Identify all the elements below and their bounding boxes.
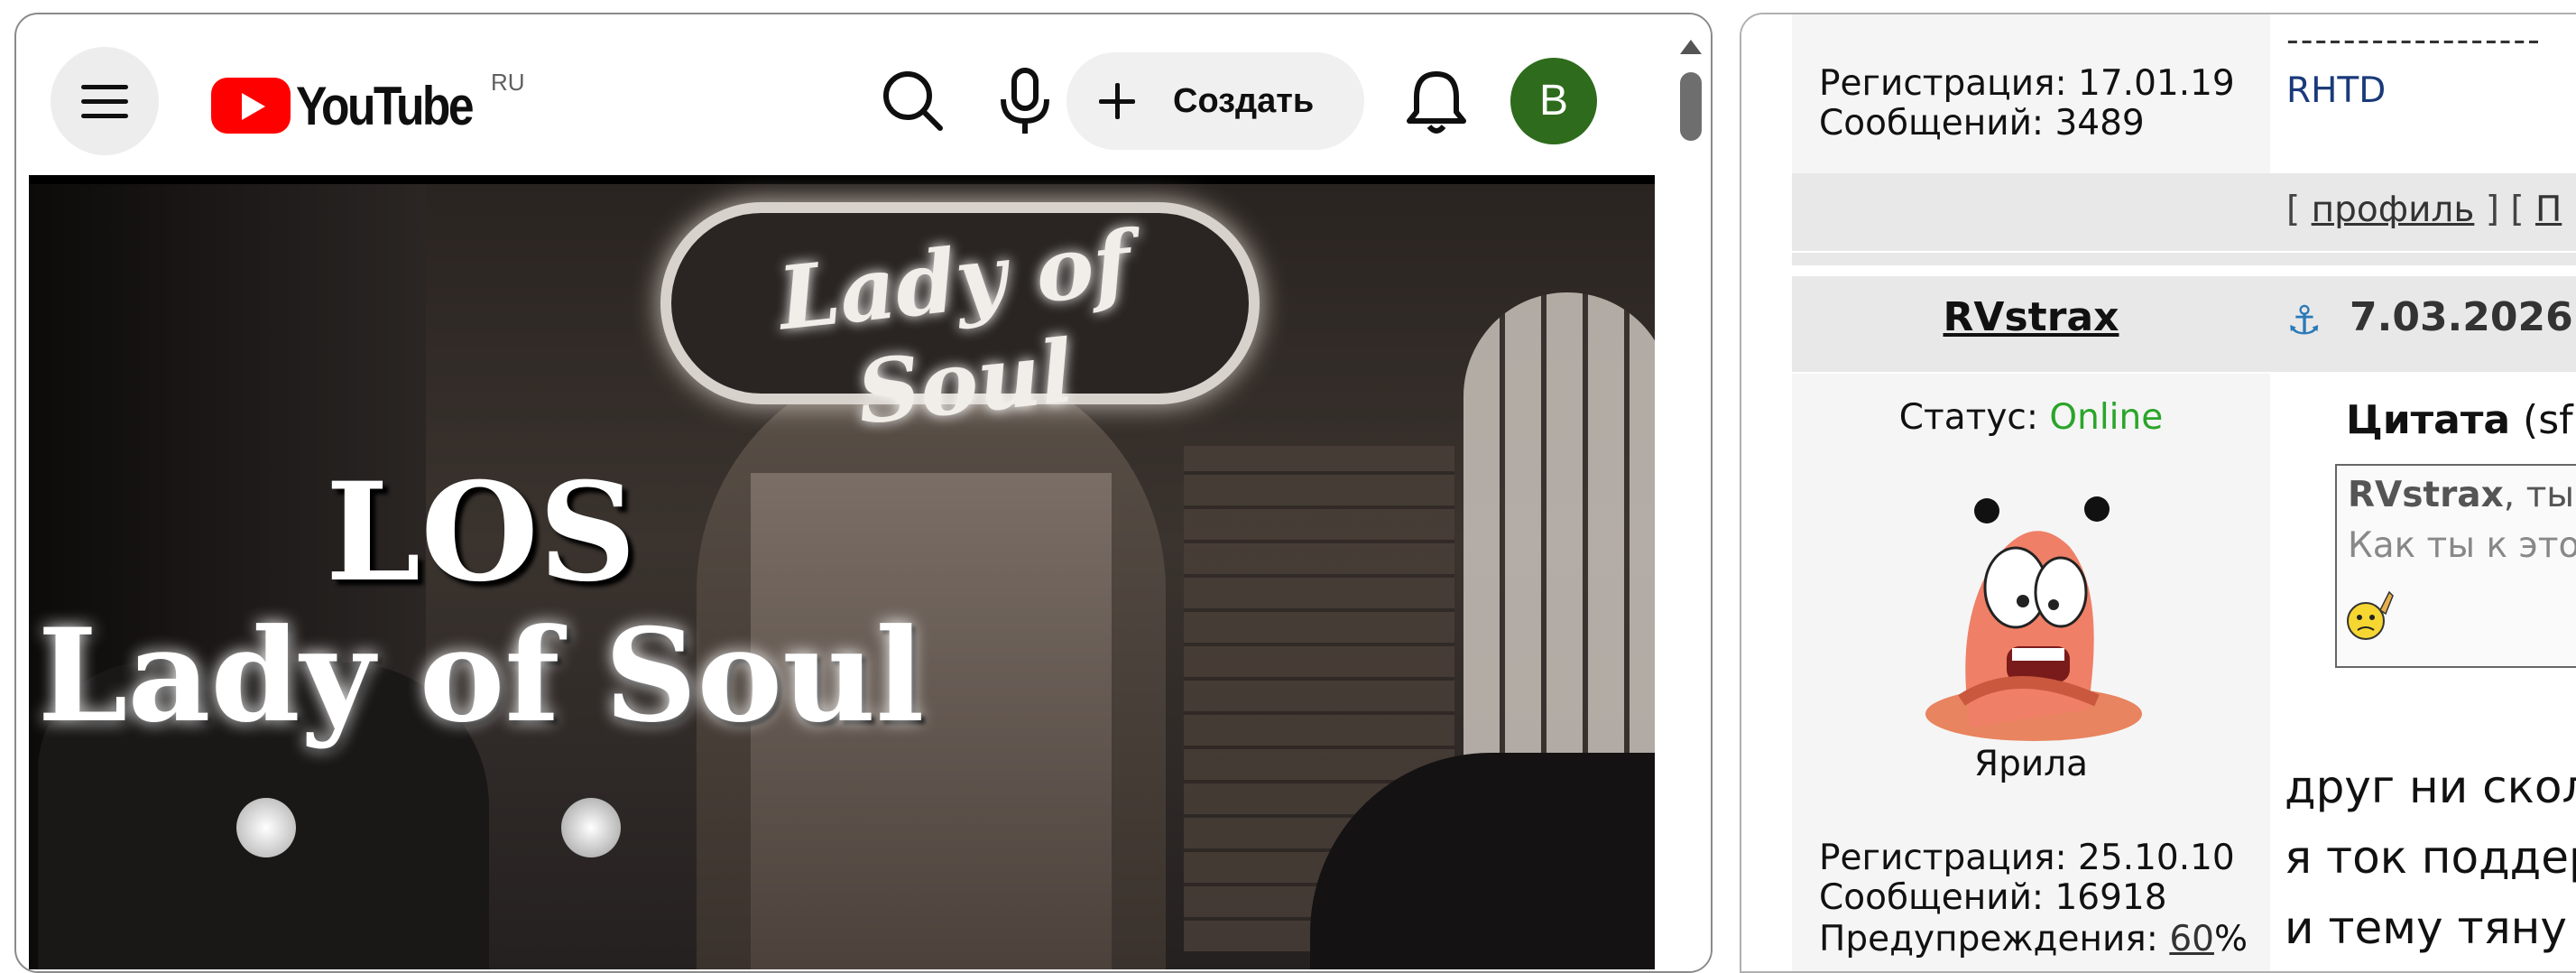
logo-text: YouTube (296, 76, 475, 136)
plus-icon (1099, 83, 1135, 119)
menu-button[interactable] (51, 47, 159, 155)
avatar[interactable]: B (1510, 58, 1597, 144)
youtube-header: YouTube RU Создать B (16, 14, 1667, 175)
post-date: 7.03.2026 (2350, 294, 2573, 340)
status-online: Online (2049, 397, 2164, 438)
bell-icon (1407, 71, 1466, 134)
user-registration: Регистрация: 25.10.10 (1819, 838, 2235, 878)
profile-link[interactable]: профиль (2312, 190, 2475, 230)
quote-box: RVstrax, ты Как ты к это (2335, 464, 2576, 668)
user-warnings: Предупреждения: 60% (1819, 919, 2248, 959)
post-username[interactable]: RVstrax (1792, 294, 2270, 340)
user-status: Статус: Online (1898, 397, 2164, 438)
forum-window: Регистрация: 17.01.19 Сообщений: 3489 --… (1740, 13, 2576, 973)
create-button[interactable]: Создать (1066, 52, 1364, 150)
microphone-icon (1001, 68, 1049, 134)
voice-search-button[interactable] (989, 65, 1061, 137)
youtube-play-icon (211, 78, 291, 134)
quote-author: RVstrax, ты (2348, 475, 2575, 515)
search-button[interactable] (877, 65, 949, 137)
prev-user-info: Регистрация: 17.01.19 Сообщений: 3489 (1792, 14, 2270, 173)
video-player[interactable]: Lady of Soul LOS Lady of Soul (29, 175, 1655, 969)
create-label: Создать (1173, 82, 1315, 120)
post-body-line-2: я ток поддер (2285, 831, 2576, 884)
youtube-scrollbar[interactable] (1667, 14, 1711, 971)
scroll-up-arrow-icon[interactable] (1680, 40, 1702, 54)
video-title-line1: LOS (325, 453, 637, 612)
user-rank: Ярила (1973, 744, 2089, 784)
pointing-smiley-icon (2347, 590, 2394, 640)
search-icon (883, 71, 943, 131)
video-title-line2: Lady of Soul (37, 601, 925, 751)
quote-header: Цитата (sf (2346, 397, 2573, 443)
prev-registration: Регистрация: 17.01.19 (1819, 63, 2235, 104)
user-messages: Сообщений: 16918 (1819, 877, 2167, 918)
next-link[interactable]: П (2535, 190, 2562, 230)
region-code: RU (491, 69, 525, 96)
post-links-bar: [ профиль ] [ П (1792, 173, 2576, 251)
post-body-line-3: и тему тяну (2285, 902, 2567, 954)
quote-text: Как ты к это (2348, 525, 2576, 566)
post-body-line-1: друг ни скол (2285, 761, 2576, 813)
scroll-thumb[interactable] (1680, 72, 1702, 141)
prev-messages: Сообщений: 3489 (1819, 103, 2145, 144)
hamburger-icon (81, 85, 128, 89)
warnings-value[interactable]: 60 (2169, 919, 2214, 959)
user-avatar-worm (1925, 496, 2142, 741)
signature-text: RHTD (2286, 70, 2387, 111)
notifications-button[interactable] (1400, 65, 1473, 137)
anchor-icon[interactable]: ⚓ (2286, 298, 2322, 344)
youtube-window: YouTube RU Создать B Lady of Soul LOS La… (14, 13, 1713, 973)
signature-separator: ------------------ (2286, 20, 2542, 60)
neon-sign: Lady of Soul (660, 202, 1260, 444)
